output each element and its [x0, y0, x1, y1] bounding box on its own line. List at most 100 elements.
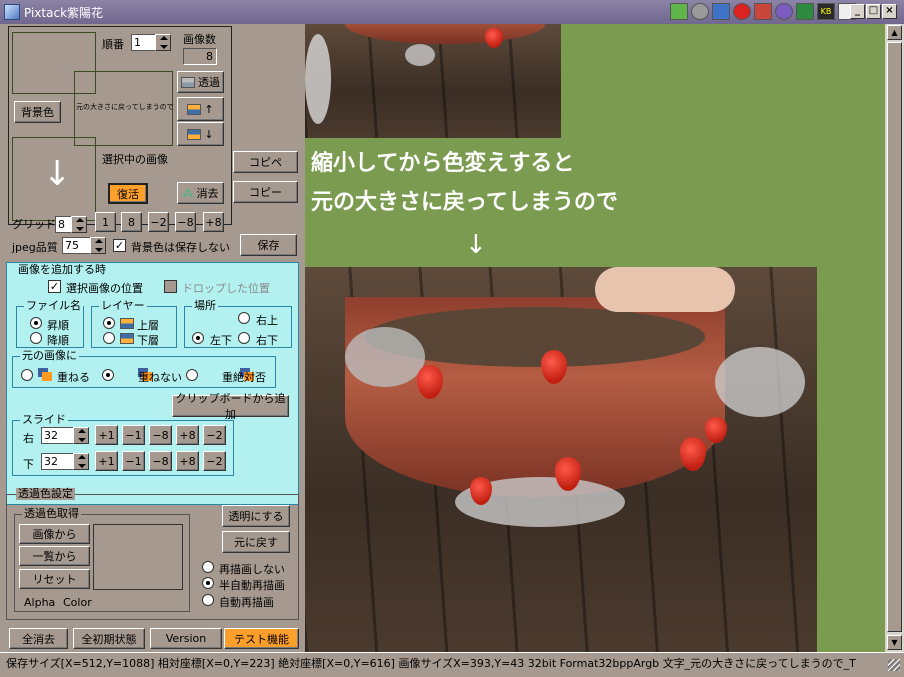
clear-all-button[interactable]: 全消去	[9, 628, 68, 649]
layer-top-icon	[120, 318, 134, 329]
layer-up-button[interactable]: ↑	[177, 97, 224, 121]
place-top-right-radio[interactable]	[238, 312, 250, 324]
grid-button-minus2[interactable]: −2	[148, 212, 169, 232]
download-icon[interactable]	[670, 3, 688, 20]
alpha-label: Alpha	[24, 596, 56, 609]
slide-right-minus1[interactable]: −1	[122, 425, 145, 445]
selected-pos-checkbox[interactable]: ✓	[48, 280, 61, 293]
scroll-up-arrow[interactable]: ▲	[887, 25, 902, 40]
close-button[interactable]: ×	[882, 4, 897, 19]
slide-down-spinner[interactable]	[73, 453, 89, 470]
layer-bottom-radio[interactable]	[103, 332, 115, 344]
auto-redraw-radio[interactable]	[202, 594, 214, 606]
leaf	[305, 34, 331, 124]
grid-label: グリッド	[12, 218, 56, 231]
slide-down-minus2[interactable]: −2	[203, 451, 226, 471]
pick-from-list-button[interactable]: 一覧から	[19, 546, 90, 566]
no-save-bg-label: 背景色は保存しない	[131, 241, 230, 254]
slide-right-plus8[interactable]: +8	[176, 425, 199, 445]
resize-grip-icon[interactable]	[888, 659, 900, 671]
version-button[interactable]: Version	[150, 628, 222, 649]
test-features-button[interactable]: テスト機能	[224, 628, 299, 649]
no-overlap-radio[interactable]	[102, 369, 114, 381]
strawberry	[680, 437, 706, 471]
jpeg-quality-input[interactable]: 75	[62, 237, 90, 254]
pick-reset-button[interactable]: リセット	[19, 569, 90, 589]
dropped-pos-checkbox[interactable]	[164, 280, 177, 293]
original-title: 元の画像に	[20, 349, 79, 362]
place-bottom-left-radio[interactable]	[192, 332, 204, 344]
order-input[interactable]: 1	[131, 34, 155, 51]
bg-color-button[interactable]: 背景色	[14, 101, 61, 123]
place-bottom-right-radio[interactable]	[238, 332, 250, 344]
transparent-button[interactable]: 透過	[177, 71, 224, 93]
slide-right-plus1[interactable]: +1	[95, 425, 118, 445]
reset-all-button[interactable]: 全初期状態	[73, 628, 145, 649]
canvas-text-line2[interactable]: 元の大きさに戻ってしまうので	[311, 184, 618, 216]
slide-right-spinner[interactable]	[73, 427, 89, 444]
photo-main[interactable]	[305, 267, 817, 652]
scroll-down-arrow[interactable]: ▼	[887, 635, 902, 650]
layer-bottom-icon	[120, 333, 134, 344]
orb-icon[interactable]	[775, 3, 793, 20]
canvas-text-line1[interactable]: 縮小してから色変えすると	[311, 145, 574, 177]
vertical-scrollbar[interactable]: ▲ ▼	[885, 24, 904, 652]
grid-button-plus8[interactable]: +8	[203, 212, 224, 232]
spreadsheet-icon[interactable]	[796, 3, 814, 20]
place-bottom-right-label: 右下	[256, 334, 278, 347]
jpeg-quality-spinner[interactable]	[90, 237, 106, 254]
layer-down-button[interactable]: ↓	[177, 122, 224, 146]
copy-button[interactable]: コピー	[233, 181, 298, 203]
slide-down-plus8[interactable]: +8	[176, 451, 199, 471]
transparency-title: 透過色設定	[16, 487, 75, 500]
slide-right-input[interactable]: 32	[41, 427, 73, 444]
grid-input[interactable]: 8	[55, 216, 71, 233]
overlap-radio[interactable]	[21, 369, 33, 381]
slide-right-minus2[interactable]: −2	[203, 425, 226, 445]
grid-button-8[interactable]: 8	[121, 212, 142, 232]
photo-top[interactable]	[305, 24, 561, 138]
monitor-icon[interactable]	[712, 3, 730, 20]
slide-title: スライド	[20, 413, 68, 426]
slide-down-plus1[interactable]: +1	[95, 451, 118, 471]
scroll-thumb[interactable]	[887, 42, 902, 632]
layer-top-radio[interactable]	[103, 317, 115, 329]
erase-button[interactable]: ⁂ 消去	[177, 182, 224, 204]
bug-icon[interactable]	[733, 3, 751, 20]
semi-auto-redraw-radio[interactable]	[202, 577, 214, 589]
canvas-arrow[interactable]: ↓	[465, 230, 487, 260]
clipboard-add-button[interactable]: クリップボードから追加	[172, 392, 289, 421]
slide-right-minus8[interactable]: −8	[149, 425, 172, 445]
never-overlap-radio[interactable]	[186, 369, 198, 381]
dropped-pos-label: ドロップした位置	[182, 282, 270, 295]
make-transparent-button[interactable]: 透明にする	[222, 505, 290, 527]
layer-bottom-label: 下層	[137, 334, 159, 347]
slide-down-minus8[interactable]: −8	[149, 451, 172, 471]
no-save-bg-checkbox[interactable]: ✓	[113, 239, 126, 252]
filename-asc-radio[interactable]	[30, 317, 42, 329]
copy-paste-button[interactable]: コピペ	[233, 151, 298, 173]
layer-icon	[187, 128, 202, 140]
restore-original-button[interactable]: 元に戻す	[222, 531, 290, 553]
gear-icon[interactable]	[691, 3, 709, 20]
sparkle-icon: ⁂	[182, 186, 194, 200]
title-bar[interactable]: Pixtack紫陽花 KB _ □ ×	[0, 0, 904, 24]
no-overlap-label: 重ねない	[138, 371, 182, 384]
app-icon	[4, 4, 20, 20]
pick-from-image-button[interactable]: 画像から	[19, 524, 90, 544]
grid-button-minus8[interactable]: −8	[175, 212, 196, 232]
grid-button-1[interactable]: 1	[95, 212, 116, 232]
order-spinner[interactable]	[155, 34, 171, 51]
no-redraw-radio[interactable]	[202, 561, 214, 573]
slide-down-minus1[interactable]: −1	[122, 451, 145, 471]
pen-icon[interactable]	[754, 3, 772, 20]
image-canvas[interactable]: 縮小してから色変えすると 元の大きさに戻ってしまうので ↓	[305, 24, 885, 652]
slide-down-input[interactable]: 32	[41, 453, 73, 470]
kb-icon[interactable]: KB	[817, 3, 835, 20]
filename-desc-radio[interactable]	[30, 332, 42, 344]
minimize-button[interactable]: _	[850, 4, 865, 19]
grid-spinner[interactable]	[71, 216, 87, 233]
save-button[interactable]: 保存	[240, 234, 297, 256]
restore-button[interactable]: 復活	[108, 183, 148, 204]
maximize-button[interactable]: □	[866, 4, 881, 19]
